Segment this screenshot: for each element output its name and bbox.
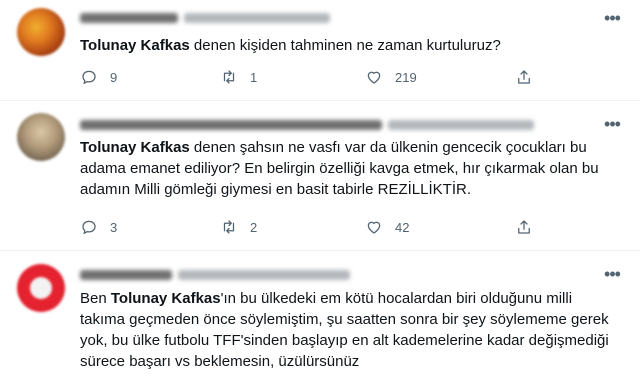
tweet[interactable]: ••• Ben Tolunay Kafkas'ın bu ülkedeki em… [0,251,640,377]
mention-name[interactable]: Tolunay Kafkas [111,290,221,307]
reply-count: 9 [110,69,118,85]
tweet[interactable]: ••• Tolunay Kafkas denen kişiden tahmine… [0,0,640,101]
like-icon [367,71,381,84]
avatar[interactable] [17,8,65,56]
reply-button[interactable]: 3 [80,217,117,237]
reply-button[interactable]: 9 [80,67,117,87]
like-button[interactable]: 219 [365,67,417,87]
like-icon [367,221,381,234]
share-button[interactable] [515,67,533,87]
tweet-text: Tolunay Kafkas denen şahsın ne vasfı var… [80,139,603,198]
like-button[interactable]: 42 [365,217,409,237]
reply-icon [82,70,96,85]
share-button[interactable] [515,217,533,237]
tweet[interactable]: ••• Tolunay Kafkas denen şahsın ne vasfı… [0,101,640,251]
avatar[interactable] [17,113,65,161]
tweet-actions: 3 2 42 [80,217,560,237]
like-count: 42 [395,219,410,235]
like-count: 219 [395,69,417,85]
reply-icon [82,220,96,235]
mention-name[interactable]: Tolunay Kafkas [80,37,190,54]
retweet-count: 1 [250,69,258,85]
mention-name[interactable]: Tolunay Kafkas [80,139,190,156]
reply-count: 3 [110,219,118,235]
more-options-icon[interactable]: ••• [602,264,622,284]
avatar[interactable] [17,264,65,312]
retweet-count: 2 [250,219,258,235]
tweet-text: Tolunay Kafkas denen kişiden tahminen ne… [80,37,501,54]
share-icon [518,70,530,84]
retweet-button[interactable]: 2 [220,217,257,237]
retweet-icon [223,70,235,84]
tweet-text: Ben Tolunay Kafkas'ın bu ülkedeki em köt… [80,290,613,370]
retweet-button[interactable]: 1 [220,67,257,87]
more-options-icon[interactable]: ••• [602,114,622,134]
tweet-actions: 9 1 219 [80,67,560,87]
more-options-icon[interactable]: ••• [602,8,622,28]
retweet-icon [223,220,235,234]
share-icon [518,220,530,234]
